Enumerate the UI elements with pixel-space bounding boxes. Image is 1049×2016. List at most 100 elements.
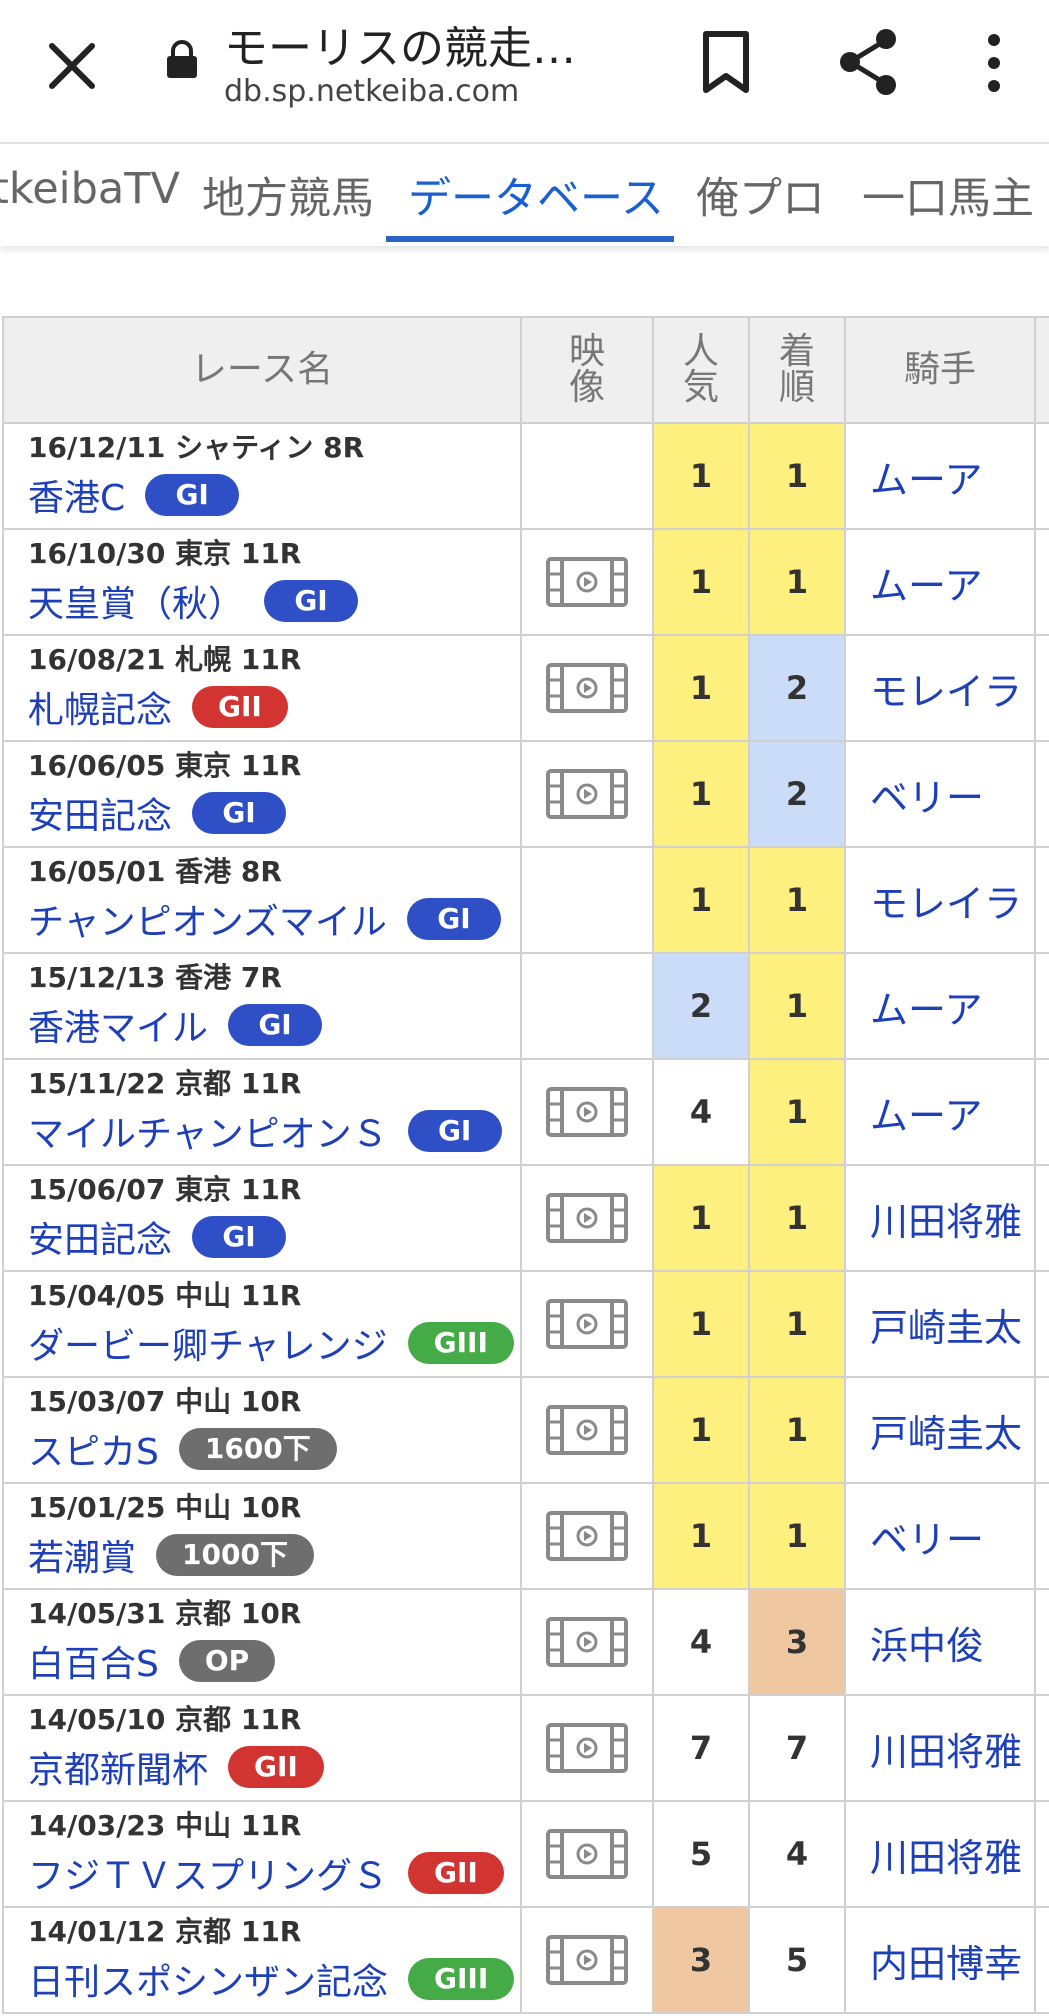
jockey-link[interactable]: 戸崎圭太 <box>844 1270 1036 1378</box>
video-icon[interactable] <box>545 1934 629 1986</box>
race-name-link[interactable]: 安田記念 <box>28 1211 172 1263</box>
header-video: 映像 <box>520 316 654 424</box>
video-icon[interactable] <box>545 1616 629 1668</box>
video-icon[interactable] <box>545 556 629 608</box>
video-cell <box>520 528 654 636</box>
share-icon[interactable] <box>834 26 902 98</box>
jockey-link[interactable]: ムーア <box>844 528 1036 636</box>
jockey-link[interactable]: 戸崎圭太 <box>844 1376 1036 1484</box>
extra-cell <box>1034 528 1049 636</box>
race-name-link[interactable]: 安田記念 <box>28 787 172 839</box>
jockey-link[interactable]: 川田将雅 <box>844 1694 1036 1802</box>
table-row: 15/01/25 中山 10R 若潮賞 1000下 1 1 ベリー <box>2 1482 1049 1590</box>
popularity-cell: 1 <box>652 422 750 530</box>
race-name-link[interactable]: 白百合S <box>28 1635 159 1687</box>
finish-cell: 1 <box>748 846 846 954</box>
finish-cell: 2 <box>748 634 846 742</box>
jockey-link[interactable]: 川田将雅 <box>844 1164 1036 1272</box>
race-name-link[interactable]: マイルチャンピオンＳ <box>28 1105 388 1157</box>
jockey-link[interactable]: モレイラ <box>844 634 1036 742</box>
race-date: 16/06/05 東京 11R <box>28 749 302 782</box>
video-cell <box>520 1482 654 1590</box>
race-date: 16/08/21 札幌 11R <box>28 643 302 676</box>
extra-cell <box>1034 1588 1049 1696</box>
video-icon[interactable] <box>545 662 629 714</box>
race-name-link[interactable]: 日刊スポシンザン記念 <box>28 1953 388 2005</box>
race-name-link[interactable]: 天皇賞（秋） <box>28 575 244 627</box>
video-icon[interactable] <box>545 1192 629 1244</box>
video-icon[interactable] <box>545 1298 629 1350</box>
race-results-table: レース名 映像 人気 着順 騎手 16/12/11 シャティン 8R 香港C GI 1… <box>2 316 1049 2014</box>
jockey-link[interactable]: ベリー <box>844 1482 1036 1590</box>
race-name-link[interactable]: 香港C <box>28 469 125 521</box>
race-cell: 16/12/11 シャティン 8R 香港C GI <box>2 422 522 530</box>
table-row: 16/12/11 シャティン 8R 香港C GI 1 1 ムーア <box>2 422 1049 530</box>
race-cell: 14/05/31 京都 10R 白百合S OP <box>2 1588 522 1696</box>
jockey-link[interactable]: モレイラ <box>844 846 1036 954</box>
video-cell <box>520 740 654 848</box>
finish-cell: 1 <box>748 1270 846 1378</box>
video-cell <box>520 952 654 1060</box>
race-cell: 14/01/12 京都 11R 日刊スポシンザン記念 GIII <box>2 1906 522 2014</box>
jockey-link[interactable]: ベリー <box>844 740 1036 848</box>
race-cell: 14/05/10 京都 11R 京都新聞杯 GII <box>2 1694 522 1802</box>
bookmark-icon[interactable] <box>696 28 756 98</box>
grade-badge: GI <box>407 1110 502 1152</box>
jockey-link[interactable]: ムーア <box>844 422 1036 530</box>
grade-badge: GII <box>228 1746 324 1788</box>
tab-netkeibatv[interactable]: tkeibaTV <box>0 164 180 214</box>
finish-cell: 1 <box>748 1164 846 1272</box>
race-date: 16/12/11 シャティン 8R <box>28 431 365 464</box>
race-name-link[interactable]: フジＴＶスプリングＳ <box>28 1847 388 1899</box>
race-results-table-container[interactable]: レース名 映像 人気 着順 騎手 16/12/11 シャティン 8R 香港C GI 1… <box>0 316 1049 2016</box>
jockey-link[interactable]: ムーア <box>844 952 1036 1060</box>
video-icon[interactable] <box>545 1510 629 1562</box>
grade-badge: GIII <box>408 1958 515 2000</box>
finish-cell: 1 <box>748 1482 846 1590</box>
lock-icon <box>164 40 200 80</box>
tab-ore-pro[interactable]: 俺プロ <box>696 164 825 226</box>
video-cell <box>520 1906 654 2014</box>
table-row: 14/01/12 京都 11R 日刊スポシンザン記念 GIII 3 5 内田博幸 <box>2 1906 1049 2014</box>
popularity-cell: 4 <box>652 1058 750 1166</box>
race-name-link[interactable]: 香港マイル <box>28 999 208 1051</box>
jockey-link[interactable]: 川田将雅 <box>844 1800 1036 1908</box>
grade-badge: GI <box>264 580 359 622</box>
site-nav-tabs: tkeibaTV 地方競馬 データベース 俺プロ 一口馬主 <box>0 144 1049 246</box>
tab-database[interactable]: データベース <box>408 164 664 226</box>
finish-cell: 3 <box>748 1588 846 1696</box>
video-icon[interactable] <box>545 1086 629 1138</box>
tab-chiho-keiba[interactable]: 地方競馬 <box>202 164 374 226</box>
jockey-link[interactable]: 浜中俊 <box>844 1588 1036 1696</box>
finish-cell: 1 <box>748 422 846 530</box>
race-name-link[interactable]: 札幌記念 <box>28 681 172 733</box>
jockey-link[interactable]: 内田博幸 <box>844 1906 1036 2014</box>
page-title: モーリスの競走… <box>224 23 576 74</box>
tab-hitokuchi[interactable]: 一口馬主 <box>862 164 1034 226</box>
table-row: 15/12/13 香港 7R 香港マイル GI 2 1 ムーア <box>2 952 1049 1060</box>
race-name-link[interactable]: スピカS <box>28 1423 159 1475</box>
close-icon[interactable] <box>40 34 104 98</box>
race-name-link[interactable]: ダービー卿チャレンジ <box>28 1317 388 1369</box>
jockey-link[interactable]: ムーア <box>844 1058 1036 1166</box>
header-video-label: 映像 <box>568 331 605 408</box>
race-name-link[interactable]: 若潮賞 <box>28 1529 136 1581</box>
video-icon[interactable] <box>545 1828 629 1880</box>
video-icon[interactable] <box>545 1404 629 1456</box>
video-cell <box>520 846 654 954</box>
grade-badge: OP <box>178 1640 276 1682</box>
table-row: 14/05/10 京都 11R 京都新聞杯 GII 7 7 川田将雅 <box>2 1694 1049 1802</box>
race-date: 14/03/23 中山 11R <box>28 1809 302 1842</box>
extra-cell <box>1034 740 1049 848</box>
video-icon[interactable] <box>545 1722 629 1774</box>
extra-cell <box>1034 1800 1049 1908</box>
video-icon[interactable] <box>545 768 629 820</box>
race-date: 15/01/25 中山 10R <box>28 1491 302 1524</box>
page-url[interactable]: db.sp.netkeiba.com <box>224 74 519 109</box>
table-row: 16/10/30 東京 11R 天皇賞（秋） GI 1 1 ムーア <box>2 528 1049 636</box>
grade-badge: GI <box>145 474 240 516</box>
race-name-link[interactable]: 京都新聞杯 <box>28 1741 208 1793</box>
video-cell <box>520 1588 654 1696</box>
race-name-link[interactable]: チャンピオンズマイル <box>28 893 387 945</box>
more-vert-icon[interactable] <box>970 28 1018 98</box>
